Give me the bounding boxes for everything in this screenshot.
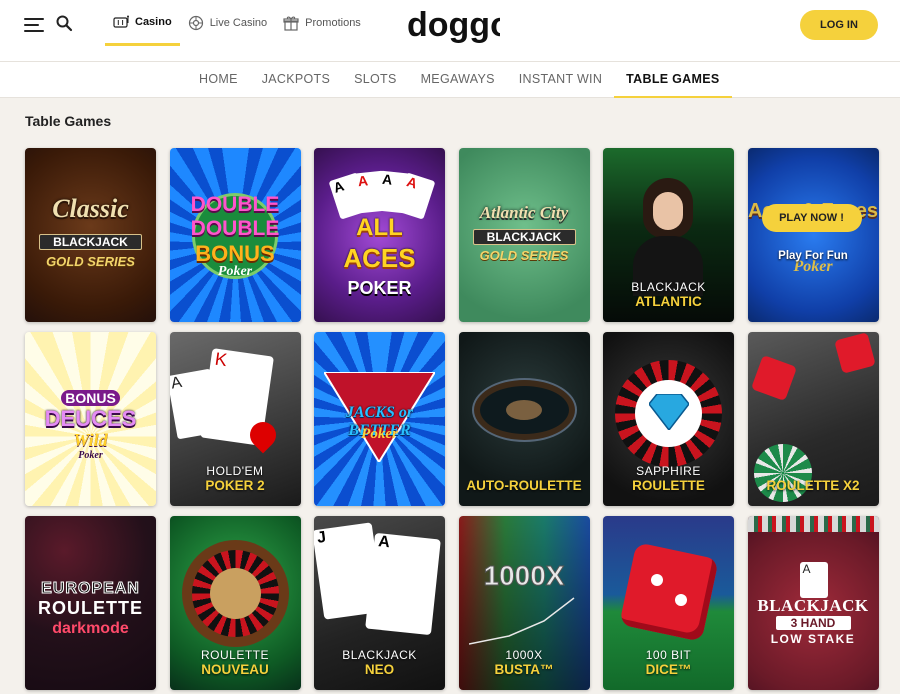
nav-casino[interactable]: Casino	[105, 0, 180, 46]
game-title-line2: BUSTA™	[494, 662, 554, 677]
game-tile-sapphire-roulette[interactable]: SAPPHIRE ROULETTE	[603, 332, 734, 506]
game-title-line2: 3 HAND	[775, 616, 851, 630]
game-tile-100-bit-dice[interactable]: 100 BIT DICE™	[603, 516, 734, 690]
game-title-line2: AUTO-ROULETTE	[466, 478, 582, 493]
game-title-line2: ROULETTE	[38, 598, 143, 618]
game-title-line1: BONUS	[61, 390, 120, 406]
game-title-line3: GOLD SERIES	[479, 248, 569, 263]
game-title-line1: SAPPHIRE	[636, 464, 701, 478]
tab-slots[interactable]: SLOTS	[342, 62, 409, 98]
game-title-line2: POKER 2	[205, 478, 265, 493]
game-title-line2: Poker	[361, 426, 398, 442]
game-title-line1: HOLD'EM	[206, 464, 264, 478]
game-title-line1: BLACKJACK	[342, 648, 417, 662]
nav-promotions-label: Promotions	[305, 17, 361, 29]
game-title-line1: 1000X	[505, 648, 543, 662]
section-title: Table Games	[25, 113, 112, 129]
nav-casino-label: Casino	[135, 15, 172, 28]
game-tile-blackjack-atlantic[interactable]: BLACKJACK ATLANTIC	[603, 148, 734, 322]
game-tile-blackjack-neo[interactable]: J A BLACKJACK NEO	[314, 516, 445, 690]
game-title-line2: DEUCES	[44, 406, 137, 431]
game-title-line1: Atlantic City	[479, 203, 569, 222]
play-for-fun-link[interactable]: Play For Fun	[748, 250, 879, 262]
game-tile-roulette-x2[interactable]: ROULETTE X2	[747, 332, 879, 506]
game-title-line1: 100 BIT	[645, 648, 692, 662]
game-title-line2: BLACKJACK	[39, 234, 142, 250]
game-title-line2: ROULETTE X2	[766, 478, 860, 493]
game-title-line4: Poker	[217, 264, 253, 279]
game-tile-atlantic-city-blackjack[interactable]: Atlantic City BLACKJACK GOLD SERIES	[458, 148, 590, 322]
game-title-line2: BLACKJACK	[472, 229, 576, 245]
nav-live-casino-label: Live Casino	[209, 17, 268, 29]
game-title-line1: ROULETTE	[200, 648, 269, 662]
game-title-line2: NEO	[364, 662, 395, 677]
play-now-button[interactable]: PLAY NOW !	[761, 204, 862, 232]
game-tile-all-aces-poker[interactable]: A A A A ALL ACES POKER	[314, 148, 445, 322]
game-tile-double-double-bonus-poker[interactable]: DOUBLE DOUBLE BONUS Poker	[169, 148, 301, 322]
game-title-line2: ACES	[343, 243, 416, 273]
games-grid: Classic BLACKJACK GOLD SERIES DOUBLE DOU…	[25, 148, 879, 690]
game-tile-1000x-busta[interactable]: 1000X 1000X BUSTA™	[458, 516, 590, 690]
game-title-line1: ALL	[356, 214, 403, 241]
game-title-line3: GOLD SERIES	[46, 254, 135, 269]
game-tile-bonus-deuces-wild[interactable]: BONUS DEUCES Wild Poker	[25, 332, 156, 506]
nav-promotions[interactable]: Promotions	[275, 0, 369, 46]
login-button[interactable]: LOG IN	[800, 10, 878, 40]
game-title-line2: ATLANTIC	[635, 294, 702, 309]
game-title-line3: Wild	[73, 430, 108, 450]
game-tile-classic-blackjack[interactable]: Classic BLACKJACK GOLD SERIES	[25, 148, 156, 322]
game-title-line2: DOUBLE	[190, 217, 280, 240]
tab-home[interactable]: HOME	[187, 62, 250, 98]
game-title-line4: Poker	[78, 450, 103, 461]
game-title-line1: Classic	[52, 194, 129, 223]
game-tile-roulette-nouveau[interactable]: ROULETTE NOUVEAU	[169, 516, 301, 690]
tab-instant-win[interactable]: INSTANT WIN	[507, 62, 614, 98]
game-title-line2: NOUVEAU	[201, 662, 269, 677]
live-casino-icon	[188, 15, 203, 31]
game-tile-european-roulette-darkmode[interactable]: EUROPEAN ROULETTE darkmode	[25, 516, 156, 690]
top-header: Casino Live Casino Promotions doggo LOG …	[0, 0, 900, 62]
gift-icon	[283, 16, 299, 31]
tab-jackpots[interactable]: JACKPOTS	[250, 62, 342, 98]
game-title-line1: BLACKJACK	[631, 280, 706, 294]
search-icon[interactable]	[55, 14, 73, 32]
category-nav: HOME JACKPOTS SLOTS MEGAWAYS INSTANT WIN…	[0, 62, 900, 98]
game-title-line1: DOUBLE	[190, 193, 280, 216]
menu-icon[interactable]	[24, 16, 44, 32]
game-title-line3: POKER	[347, 278, 412, 298]
game-tile-auto-roulette[interactable]: AUTO-ROULETTE	[458, 332, 590, 506]
game-title-line1: BLACKJACK	[757, 596, 869, 615]
tab-megaways[interactable]: MEGAWAYS	[409, 62, 507, 98]
game-title-line3: darkmode	[52, 620, 129, 637]
slot-machine-icon	[113, 15, 129, 28]
game-tile-holdem-poker-2[interactable]: A K HOLD'EM POKER 2	[169, 332, 301, 506]
logo-text: doggo	[407, 6, 500, 44]
game-title-line1: EUROPEAN	[41, 580, 140, 598]
doggo-logo[interactable]: doggo	[405, 6, 500, 44]
nav-live-casino[interactable]: Live Casino	[180, 0, 275, 46]
game-tile-jacks-or-better[interactable]: JACKS or BETTER Poker	[314, 332, 445, 506]
tab-table-games[interactable]: TABLE GAMES	[614, 62, 732, 98]
game-title-line3: LOW STAKE	[770, 632, 856, 646]
main-nav: Casino Live Casino Promotions	[105, 0, 369, 62]
game-art-text: 1000X	[483, 560, 565, 592]
game-title-line2: ROULETTE	[632, 478, 705, 493]
game-tile-aces-and-faces-poker[interactable]: Aces & Faces Poker PLAY NOW ! Play For F…	[747, 148, 879, 322]
game-tile-blackjack-3-hand-low-stake[interactable]: A BLACKJACK 3 HAND LOW STAKE	[747, 516, 879, 690]
game-title-line2: DICE™	[645, 662, 692, 677]
